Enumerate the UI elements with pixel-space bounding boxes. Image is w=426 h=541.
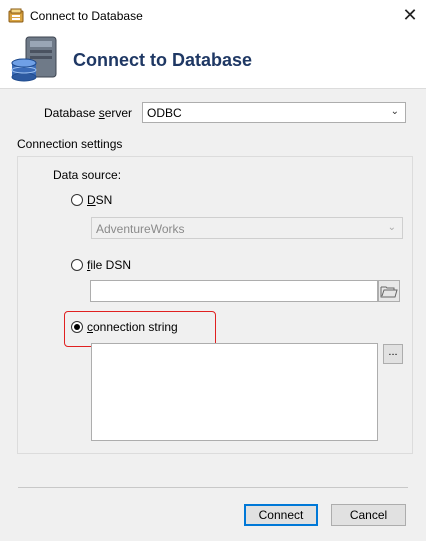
dsn-radio-label[interactable]: DSN — [87, 193, 112, 207]
connection-string-radio-label[interactable]: connection string — [87, 320, 178, 334]
dsn-select[interactable]: AdventureWorks ⌄ — [91, 217, 403, 239]
connect-button[interactable]: Connect — [244, 504, 318, 526]
chevron-down-icon: ⌄ — [390, 106, 399, 117]
connection-string-builder-button[interactable]: ... — [383, 344, 403, 364]
database-server-icon — [10, 35, 62, 85]
database-server-label: Database server — [44, 106, 133, 120]
database-server-value: ODBC — [147, 106, 182, 120]
connection-string-textarea[interactable] — [91, 343, 378, 441]
header-title: Connect to Database — [73, 50, 253, 70]
folder-open-icon — [380, 286, 398, 298]
cancel-button[interactable]: Cancel — [331, 504, 406, 526]
close-icon[interactable]: ✕ — [400, 5, 420, 25]
database-server-select[interactable]: ODBC ⌄ — [142, 102, 406, 123]
connection-settings-label: Connection settings — [17, 137, 123, 151]
footer-separator — [18, 487, 408, 488]
file-dsn-radio[interactable] — [71, 259, 83, 271]
window-title: Connect to Database — [30, 9, 143, 23]
chevron-down-icon: ⌄ — [387, 222, 396, 233]
browse-folder-button[interactable] — [378, 280, 400, 302]
radio-selected-dot — [74, 324, 80, 330]
app-icon — [8, 8, 24, 24]
data-source-label: Data source: — [53, 168, 122, 182]
file-dsn-radio-label[interactable]: file DSN — [87, 258, 131, 272]
connection-string-radio[interactable] — [71, 321, 83, 333]
dsn-radio[interactable] — [71, 194, 83, 206]
file-dsn-input[interactable] — [90, 280, 378, 302]
dsn-select-value: AdventureWorks — [96, 222, 185, 236]
